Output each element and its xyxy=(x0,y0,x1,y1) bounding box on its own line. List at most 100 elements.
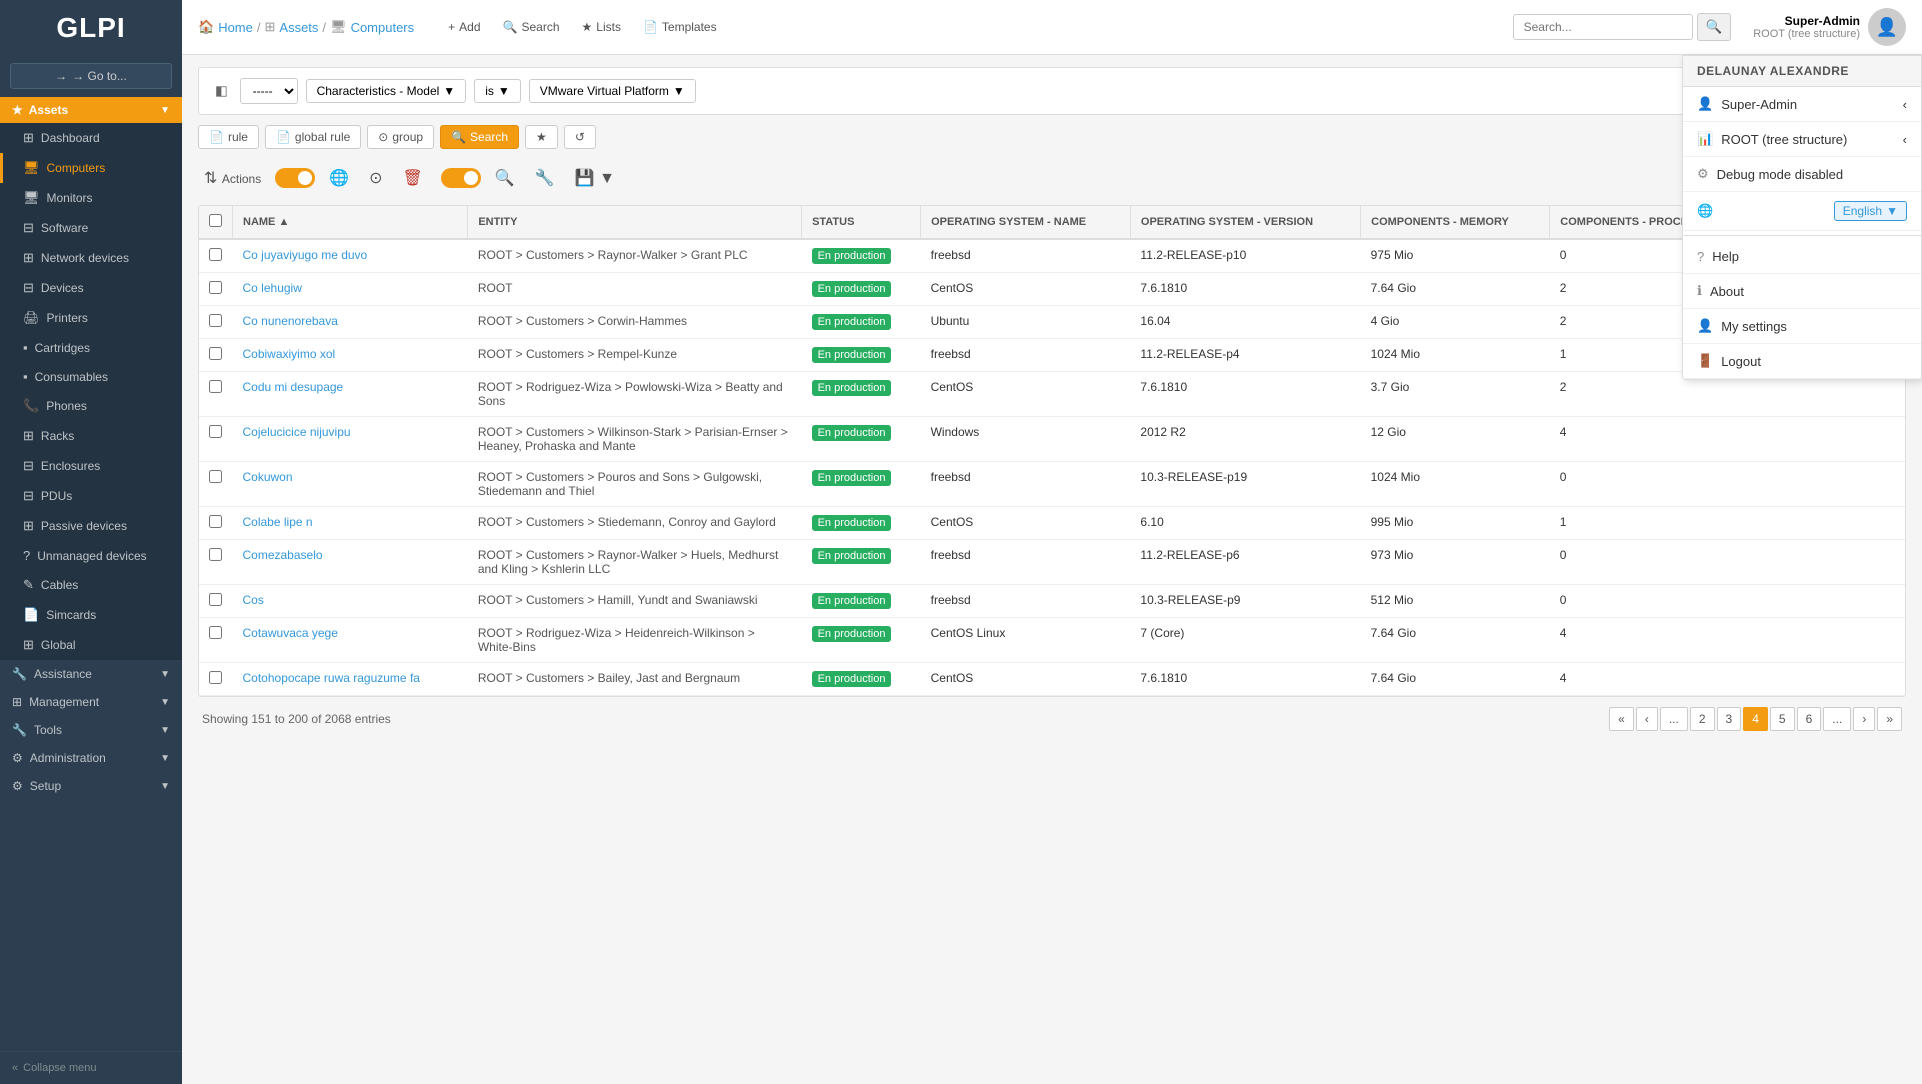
page-prev-button[interactable]: ‹ xyxy=(1636,707,1658,731)
bookmark-button[interactable]: ★ xyxy=(525,125,558,149)
search-button[interactable]: 🔍 Search xyxy=(497,17,566,37)
col-os-name[interactable]: OPERATING SYSTEM - NAME xyxy=(921,206,1131,239)
breadcrumb-home[interactable]: Home xyxy=(218,20,253,35)
page-2-button[interactable]: 2 xyxy=(1690,707,1715,731)
actions-button[interactable]: ⇅ Actions xyxy=(198,165,267,191)
toggle-switch[interactable] xyxy=(275,168,315,188)
sidebar-item-pdus[interactable]: ⊟ PDUs xyxy=(0,481,182,511)
sidebar-item-software[interactable]: ⊟ Software xyxy=(0,213,182,243)
page-3-button[interactable]: 3 xyxy=(1717,707,1742,731)
col-name[interactable]: NAME ▲ xyxy=(233,206,468,239)
group-button[interactable]: ⊙ group xyxy=(367,125,434,149)
page-last-button[interactable]: » xyxy=(1877,707,1902,731)
col-status[interactable]: STATUS xyxy=(802,206,921,239)
sidebar-item-network-devices[interactable]: ⊞ Network devices xyxy=(0,243,182,273)
user-area[interactable]: Super-Admin ROOT (tree structure) 👤 xyxy=(1753,8,1906,46)
dropdown-logout[interactable]: 🚪 Logout xyxy=(1683,344,1921,379)
dropdown-about[interactable]: ℹ About xyxy=(1683,274,1921,309)
sidebar-item-unmanaged-devices[interactable]: ? Unmanaged devices xyxy=(0,541,182,570)
col-memory[interactable]: COMPONENTS - MEMORY xyxy=(1361,206,1550,239)
globe-icon-button[interactable]: 🌐 xyxy=(323,165,355,191)
row-checkbox-6[interactable] xyxy=(199,462,233,507)
row-checkbox-1[interactable] xyxy=(199,273,233,306)
row-name-2[interactable]: Co nunenorebava xyxy=(233,306,468,339)
dropdown-my-settings[interactable]: 👤 My settings xyxy=(1683,309,1921,344)
sidebar-item-assistance[interactable]: 🔧 Assistance ▼ xyxy=(0,660,182,688)
delete-icon-button[interactable]: 🗑 xyxy=(397,165,429,191)
circle-icon-button[interactable]: ⊙ xyxy=(363,165,388,191)
wrench-icon-button[interactable]: 🔧 xyxy=(529,165,561,191)
filter-operator-select[interactable]: ----- xyxy=(240,78,298,104)
reset-button[interactable]: ↺ xyxy=(564,125,596,149)
goto-button[interactable]: → → Go to... xyxy=(10,63,172,89)
page-4-button[interactable]: 4 xyxy=(1743,707,1768,731)
row-checkbox-0[interactable] xyxy=(199,239,233,273)
dropdown-language[interactable]: 🌐 English ▼ xyxy=(1683,192,1921,231)
sidebar-item-cables[interactable]: ✎ Cables xyxy=(0,570,182,600)
global-rule-button[interactable]: 📄 global rule xyxy=(265,125,361,149)
filter-collapse-button[interactable]: ◧ xyxy=(211,79,232,103)
sidebar-item-devices[interactable]: ⊟ Devices xyxy=(0,273,182,303)
sidebar-item-cartridges[interactable]: ▪ Cartridges xyxy=(0,333,182,362)
row-checkbox-9[interactable] xyxy=(199,585,233,618)
row-name-4[interactable]: Codu mi desupage xyxy=(233,372,468,417)
breadcrumb-computers[interactable]: Computers xyxy=(351,20,415,35)
lists-button[interactable]: ★ Lists xyxy=(576,17,627,37)
select-all-checkbox[interactable] xyxy=(209,214,222,227)
col-entity[interactable]: ENTITY xyxy=(468,206,802,239)
row-name-10[interactable]: Cotawuvaca yege xyxy=(233,618,468,663)
filter-value-button[interactable]: VMware Virtual Platform ▼ xyxy=(529,79,696,103)
sidebar-item-administration[interactable]: ⚙ Administration ▼ xyxy=(0,744,182,772)
rule-button[interactable]: 📄 rule xyxy=(198,125,259,149)
sidebar-item-monitors[interactable]: 🖥 Monitors xyxy=(0,183,182,213)
sidebar-item-management[interactable]: ⊞ Management ▼ xyxy=(0,688,182,716)
toggle-switch-2[interactable] xyxy=(441,168,481,188)
row-name-0[interactable]: Co juyaviyugo me duvo xyxy=(233,239,468,273)
search-action-button[interactable]: 🔍 Search xyxy=(440,125,519,149)
row-checkbox-8[interactable] xyxy=(199,540,233,585)
filter-condition-button[interactable]: is ▼ xyxy=(474,79,521,103)
page-6-button[interactable]: 6 xyxy=(1797,707,1822,731)
row-name-7[interactable]: Colabe lipe n xyxy=(233,507,468,540)
collapse-menu-button[interactable]: « Collapse menu xyxy=(0,1051,182,1084)
search-toolbar-button[interactable]: 🔍 xyxy=(489,165,521,191)
sidebar-item-tools[interactable]: 🔧 Tools ▼ xyxy=(0,716,182,744)
row-checkbox-11[interactable] xyxy=(199,663,233,696)
row-checkbox-5[interactable] xyxy=(199,417,233,462)
filter-field-button[interactable]: Characteristics - Model ▼ xyxy=(306,79,467,103)
row-name-3[interactable]: Cobiwaxiyimo xol xyxy=(233,339,468,372)
top-search-input[interactable] xyxy=(1513,14,1693,40)
export-icon-button[interactable]: 💾 ▼ xyxy=(569,165,621,191)
sidebar-item-consumables[interactable]: ▪ Consumables xyxy=(0,362,182,391)
sidebar-item-enclosures[interactable]: ⊟ Enclosures xyxy=(0,451,182,481)
add-button[interactable]: + Add xyxy=(442,17,486,37)
row-name-11[interactable]: Cotohopocape ruwa raguzume fa xyxy=(233,663,468,696)
page-5-button[interactable]: 5 xyxy=(1770,707,1795,731)
sidebar-item-phones[interactable]: 📞 Phones xyxy=(0,391,182,421)
sidebar-item-dashboard[interactable]: ⊞ Dashboard xyxy=(0,123,182,153)
row-name-9[interactable]: Cos xyxy=(233,585,468,618)
dropdown-root-structure[interactable]: 📊 ROOT (tree structure) ‹ xyxy=(1683,122,1921,157)
breadcrumb-assets[interactable]: Assets xyxy=(279,20,318,35)
sidebar-item-printers[interactable]: 🖨 Printers xyxy=(0,303,182,333)
row-checkbox-7[interactable] xyxy=(199,507,233,540)
sidebar-item-setup[interactable]: ⚙ Setup ▼ xyxy=(0,772,182,800)
dropdown-super-admin[interactable]: 👤 Super-Admin ‹ xyxy=(1683,87,1921,122)
templates-button[interactable]: 📄 Templates xyxy=(637,17,723,37)
sidebar-item-global[interactable]: ⊞ Global xyxy=(0,630,182,660)
dropdown-help[interactable]: ? Help xyxy=(1683,240,1921,274)
row-checkbox-4[interactable] xyxy=(199,372,233,417)
row-checkbox-3[interactable] xyxy=(199,339,233,372)
sidebar-item-passive-devices[interactable]: ⊞ Passive devices xyxy=(0,511,182,541)
page-next-button[interactable]: › xyxy=(1853,707,1875,731)
dropdown-debug-mode[interactable]: ⚙ Debug mode disabled xyxy=(1683,157,1921,192)
row-name-6[interactable]: Cokuwon xyxy=(233,462,468,507)
page-first-button[interactable]: « xyxy=(1609,707,1634,731)
row-checkbox-2[interactable] xyxy=(199,306,233,339)
sidebar-item-computers[interactable]: 🖥 Computers xyxy=(0,153,182,183)
top-search-submit[interactable]: 🔍 xyxy=(1697,13,1732,41)
row-name-5[interactable]: Cojelucicice nijuvipu xyxy=(233,417,468,462)
row-name-1[interactable]: Co lehugiw xyxy=(233,273,468,306)
col-os-version[interactable]: OPERATING SYSTEM - VERSION xyxy=(1130,206,1360,239)
row-checkbox-10[interactable] xyxy=(199,618,233,663)
